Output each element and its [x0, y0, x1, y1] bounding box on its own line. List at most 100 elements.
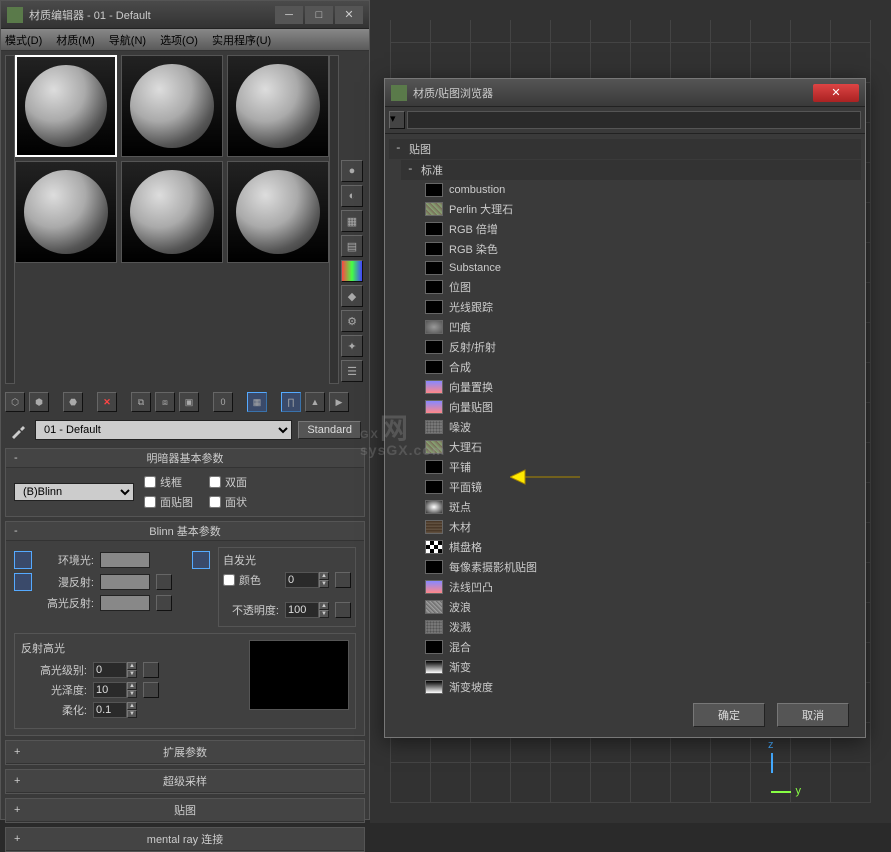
show-in-viewport-icon[interactable]: ▦ — [247, 392, 267, 412]
self-illum-color-checkbox[interactable]: 颜色 — [223, 572, 279, 588]
options-icon[interactable]: ⚙ — [341, 310, 363, 332]
faceted-checkbox[interactable]: 面状 — [209, 494, 247, 510]
map-item[interactable]: RGB 倍增 — [401, 219, 861, 239]
diffuse-lock-icon[interactable] — [14, 573, 32, 591]
map-item[interactable]: 光线跟踪 — [401, 297, 861, 317]
sample-slot-3[interactable] — [227, 55, 329, 157]
gloss-map-button[interactable] — [143, 682, 159, 698]
map-item[interactable]: 渐变坡度 — [401, 677, 861, 694]
group-maps[interactable]: -贴图 — [389, 139, 861, 159]
rollout-extended[interactable]: +扩展参数 — [6, 741, 364, 764]
eyedropper-icon[interactable] — [9, 420, 29, 440]
show-end-result-icon[interactable]: ∏ — [281, 392, 301, 412]
search-input[interactable] — [407, 111, 861, 129]
map-item[interactable]: 位图 — [401, 277, 861, 297]
shader-type-select[interactable]: (B)Blinn — [14, 483, 134, 501]
make-unique-icon[interactable]: ⧈ — [155, 392, 175, 412]
get-material-icon[interactable]: ⬡ — [5, 392, 25, 412]
make-preview-icon[interactable]: ◆ — [341, 285, 363, 307]
diffuse-map-button[interactable] — [156, 574, 172, 590]
map-item[interactable]: 波浪 — [401, 597, 861, 617]
map-item[interactable]: 凹痕 — [401, 317, 861, 337]
map-item[interactable]: RGB 染色 — [401, 239, 861, 259]
mat-map-nav-icon[interactable]: ☰ — [341, 360, 363, 382]
sample-slot-6[interactable] — [227, 161, 329, 263]
map-item[interactable]: 泼溅 — [401, 617, 861, 637]
rollout-header[interactable]: -明暗器基本参数 — [6, 449, 364, 468]
scrollbar-left[interactable] — [5, 55, 15, 384]
put-to-library-icon[interactable]: ▣ — [179, 392, 199, 412]
map-item[interactable]: 木材 — [401, 517, 861, 537]
maximize-button[interactable]: □ — [305, 6, 333, 24]
gloss-spinner[interactable]: ▲▼ — [93, 682, 137, 698]
face-map-checkbox[interactable]: 面贴图 — [144, 494, 193, 510]
rollout-mentalray[interactable]: +mental ray 连接 — [6, 828, 364, 851]
map-item[interactable]: 混合 — [401, 637, 861, 657]
ambient-lock-icon[interactable] — [14, 551, 32, 569]
group-standard[interactable]: -标准 — [401, 160, 861, 180]
video-check-icon[interactable] — [341, 260, 363, 282]
specular-map-button[interactable] — [156, 595, 172, 611]
spec-level-spinner[interactable]: ▲▼ — [93, 662, 137, 678]
map-item[interactable]: 向量置换 — [401, 377, 861, 397]
map-item[interactable]: 法线凹凸 — [401, 577, 861, 597]
map-item[interactable]: 平铺 — [401, 457, 861, 477]
rollout-header[interactable]: -Blinn 基本参数 — [6, 522, 364, 541]
menu-utilities[interactable]: 实用程序(U) — [212, 32, 271, 48]
browser-close-button[interactable]: ✕ — [813, 84, 859, 102]
reset-map-icon[interactable]: ✕ — [97, 392, 117, 412]
minimize-button[interactable]: ─ — [275, 6, 303, 24]
map-item[interactable]: 斑点 — [401, 497, 861, 517]
map-item[interactable]: 渐变 — [401, 657, 861, 677]
self-illum-spinner[interactable]: ▲▼ — [285, 572, 329, 588]
specular-swatch[interactable] — [100, 595, 150, 611]
map-item[interactable]: 每像素摄影机贴图 — [401, 557, 861, 577]
sample-uv-icon[interactable]: ▤ — [341, 235, 363, 257]
menu-options[interactable]: 选项(O) — [160, 32, 198, 48]
rollout-supersample[interactable]: +超级采样 — [6, 770, 364, 793]
spec-level-map-button[interactable] — [143, 662, 159, 678]
menu-navigation[interactable]: 导航(N) — [109, 32, 146, 48]
sample-slot-1[interactable] — [15, 55, 117, 157]
select-by-mat-icon[interactable]: ✦ — [341, 335, 363, 357]
sample-type-icon[interactable]: ● — [341, 160, 363, 182]
background-icon[interactable]: ▦ — [341, 210, 363, 232]
go-to-parent-icon[interactable]: ▲ — [305, 392, 325, 412]
diffuse-swatch[interactable] — [100, 574, 150, 590]
map-item[interactable]: Perlin 大理石 — [401, 199, 861, 219]
map-item[interactable]: 向量贴图 — [401, 397, 861, 417]
map-item[interactable]: 平面镜 — [401, 477, 861, 497]
map-item[interactable]: combustion — [401, 181, 861, 199]
search-options-icon[interactable]: ▾ — [389, 111, 405, 129]
close-button[interactable]: ✕ — [335, 6, 363, 24]
menu-material[interactable]: 材质(M) — [56, 32, 95, 48]
backlight-icon[interactable]: ◐ — [341, 185, 363, 207]
two-sided-checkbox[interactable]: 双面 — [209, 474, 247, 490]
browser-titlebar[interactable]: 材质/贴图浏览器 ✕ — [385, 79, 865, 107]
go-forward-icon[interactable]: ▶ — [329, 392, 349, 412]
sample-slot-5[interactable] — [121, 161, 223, 263]
self-illum-map-button[interactable] — [335, 572, 351, 588]
assign-material-icon[interactable]: ⬣ — [63, 392, 83, 412]
make-copy-icon[interactable]: ⧉ — [131, 392, 151, 412]
map-item[interactable]: Substance — [401, 259, 861, 277]
put-to-scene-icon[interactable]: ⬢ — [29, 392, 49, 412]
wireframe-checkbox[interactable]: 线框 — [144, 474, 193, 490]
ambient-diffuse-lock-icon[interactable] — [192, 551, 210, 569]
ok-button[interactable]: 确定 — [693, 703, 765, 727]
map-item[interactable]: 噪波 — [401, 417, 861, 437]
material-type-button[interactable]: Standard — [298, 421, 361, 439]
material-editor-titlebar[interactable]: 材质编辑器 - 01 - Default ─ □ ✕ — [1, 1, 369, 29]
opacity-map-button[interactable] — [335, 602, 351, 618]
ambient-swatch[interactable] — [100, 552, 150, 568]
map-item[interactable]: 合成 — [401, 357, 861, 377]
sample-slot-2[interactable] — [121, 55, 223, 157]
cancel-button[interactable]: 取消 — [777, 703, 849, 727]
material-id-icon[interactable]: 0 — [213, 392, 233, 412]
map-item[interactable]: 反射/折射 — [401, 337, 861, 357]
material-name-select[interactable]: 01 - Default — [35, 420, 292, 440]
sample-slot-4[interactable] — [15, 161, 117, 263]
menu-mode[interactable]: 模式(D) — [5, 32, 42, 48]
scrollbar-right[interactable] — [329, 55, 339, 384]
map-item[interactable]: 大理石 — [401, 437, 861, 457]
